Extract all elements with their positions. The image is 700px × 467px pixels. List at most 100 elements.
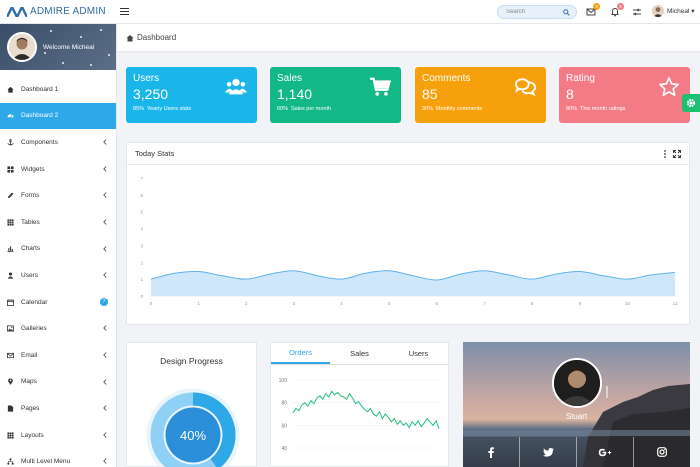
tab-sales[interactable]: Sales xyxy=(330,343,389,364)
sidebar-item-label: Forms xyxy=(21,192,40,200)
sidebar-item-pages[interactable]: Pages xyxy=(0,395,116,422)
sidebar-item-label: Galleries xyxy=(21,325,47,333)
chevron-left-icon xyxy=(103,139,107,145)
y-tick-label: 60 xyxy=(281,423,287,429)
avatar[interactable] xyxy=(552,358,602,408)
design-progress-panel: Design Progress 40% xyxy=(126,342,257,467)
sidebar-item-dashboard-1[interactable]: Dashboard 1 xyxy=(0,76,116,103)
sidebar-nav: Dashboard 1 Dashboard 2 Components Widge… xyxy=(0,70,116,467)
sidebar-item-forms[interactable]: Forms xyxy=(0,182,116,209)
card-caption: Sales per month xyxy=(291,106,332,112)
orders-series-line xyxy=(292,390,440,429)
facebook-button[interactable] xyxy=(463,437,520,467)
sidebar-item-label: Maps xyxy=(21,378,37,386)
sidebar-item-label: Dashboard 2 xyxy=(21,112,59,120)
users-icon xyxy=(225,78,247,95)
sidebar-item-galleries[interactable]: Galleries xyxy=(0,315,116,342)
sidebar-item-charts[interactable]: Charts xyxy=(0,236,116,263)
sidebar-item-label: Email xyxy=(21,351,38,359)
cart-icon xyxy=(369,77,391,96)
top-bar: ADMIRE ADMIN 3 6 Micheal ▾ xyxy=(0,0,700,24)
grid-icon xyxy=(7,166,14,173)
brand[interactable]: ADMIRE ADMIN xyxy=(0,6,117,17)
card-percent: 80% xyxy=(566,106,578,112)
tab-orders[interactable]: Orders xyxy=(271,343,330,364)
brand-logo-icon xyxy=(7,6,27,17)
notification-badge: 6 xyxy=(617,3,624,10)
stat-card-rating: Rating 8 80% This month ratings xyxy=(559,67,690,123)
gear-icon xyxy=(686,98,696,108)
donut-value-label: 40% xyxy=(180,428,206,443)
envelope-icon xyxy=(7,352,14,358)
bar-chart-icon xyxy=(7,246,14,253)
pencil-icon xyxy=(7,192,14,199)
notifications-button[interactable]: 6 xyxy=(610,3,624,17)
user-menu[interactable]: Micheal ▾ xyxy=(652,5,694,17)
chevron-left-icon xyxy=(103,458,107,465)
y-tick-label: 0 xyxy=(140,294,143,299)
sidebar-item-label: Users xyxy=(21,271,38,279)
sidebar-item-label: Multi Level Menu xyxy=(21,458,71,466)
search-icon[interactable] xyxy=(563,9,570,16)
y-tick-label: 80 xyxy=(281,401,287,407)
sidebar-item-label: Layouts xyxy=(21,431,44,439)
twitter-button[interactable] xyxy=(520,437,577,467)
expand-icon[interactable] xyxy=(673,150,681,158)
sidebar-item-components[interactable]: Components xyxy=(0,129,116,156)
chevron-left-icon xyxy=(103,352,107,358)
sidebar-item-calendar[interactable]: Calendar 7 xyxy=(0,289,116,316)
sidebar-item-email[interactable]: Email xyxy=(0,342,116,369)
instagram-button[interactable] xyxy=(634,437,690,467)
sidebar-item-widgets[interactable]: Widgets xyxy=(0,156,116,183)
chevron-left-icon xyxy=(103,272,107,278)
sidebar: Welcome Micheal Dashboard 1 Dashboard 2 … xyxy=(0,24,117,467)
x-tick-label: 2 xyxy=(245,301,248,306)
x-tick-label: 10 xyxy=(625,301,631,306)
card-caption: This month ratings xyxy=(580,106,626,112)
settings-button[interactable] xyxy=(632,7,642,17)
x-tick-label: 9 xyxy=(578,301,581,306)
sidebar-item-users[interactable]: Users xyxy=(0,262,116,289)
x-tick-label: 7 xyxy=(483,301,486,306)
google-plus-button[interactable] xyxy=(577,437,634,467)
google-plus-icon xyxy=(598,448,612,456)
sitemap-icon xyxy=(7,458,14,465)
star-icon xyxy=(659,77,679,97)
sidebar-item-dashboard-2[interactable]: Dashboard 2 xyxy=(0,102,116,130)
avatar xyxy=(652,5,664,17)
y-tick-label: 6 xyxy=(140,193,143,198)
profile-name: Stuart xyxy=(565,412,588,421)
sidebar-item-label: Components xyxy=(21,138,58,146)
sidebar-item-label: Charts xyxy=(21,245,41,253)
more-vertical-icon[interactable] xyxy=(662,150,668,158)
panel-title: Design Progress xyxy=(160,356,223,366)
sidebar-item-tables[interactable]: Tables xyxy=(0,209,116,236)
dashboard-icon xyxy=(7,114,14,118)
sidebar-item-label: Calendar xyxy=(21,298,48,306)
search-box xyxy=(497,5,577,19)
theme-settings-button[interactable] xyxy=(682,94,700,112)
mail-button[interactable]: 3 xyxy=(586,3,600,17)
card-percent: 60% xyxy=(277,106,289,112)
breadcrumb-label[interactable]: Dashboard xyxy=(137,33,176,42)
profile-hero-card: Stuart xyxy=(463,342,690,467)
sidebar-item-label: Pages xyxy=(21,404,40,412)
x-tick-label: 1 xyxy=(197,301,200,306)
orders-panel: Orders Sales Users 100 80 60 40 xyxy=(270,342,449,467)
tab-users[interactable]: Users xyxy=(389,343,448,364)
anchor-icon xyxy=(7,138,14,146)
sidebar-item-layouts[interactable]: Layouts xyxy=(0,422,116,449)
y-tick-label: 7 xyxy=(140,176,143,181)
calendar-badge: 7 xyxy=(100,297,108,306)
sidebar-item-maps[interactable]: Maps xyxy=(0,369,116,396)
user-icon xyxy=(7,272,14,279)
sidebar-profile: Welcome Micheal xyxy=(0,24,116,70)
sidebar-item-multi-level-menu[interactable]: Multi Level Menu xyxy=(0,448,116,467)
y-tick-label: 100 xyxy=(279,378,288,384)
avatar[interactable] xyxy=(7,32,37,62)
menu-toggle-icon[interactable] xyxy=(120,8,129,15)
design-progress-donut: 40% xyxy=(146,388,240,467)
calendar-icon xyxy=(7,298,14,306)
comments-icon xyxy=(514,78,536,97)
search-input[interactable] xyxy=(506,9,560,15)
